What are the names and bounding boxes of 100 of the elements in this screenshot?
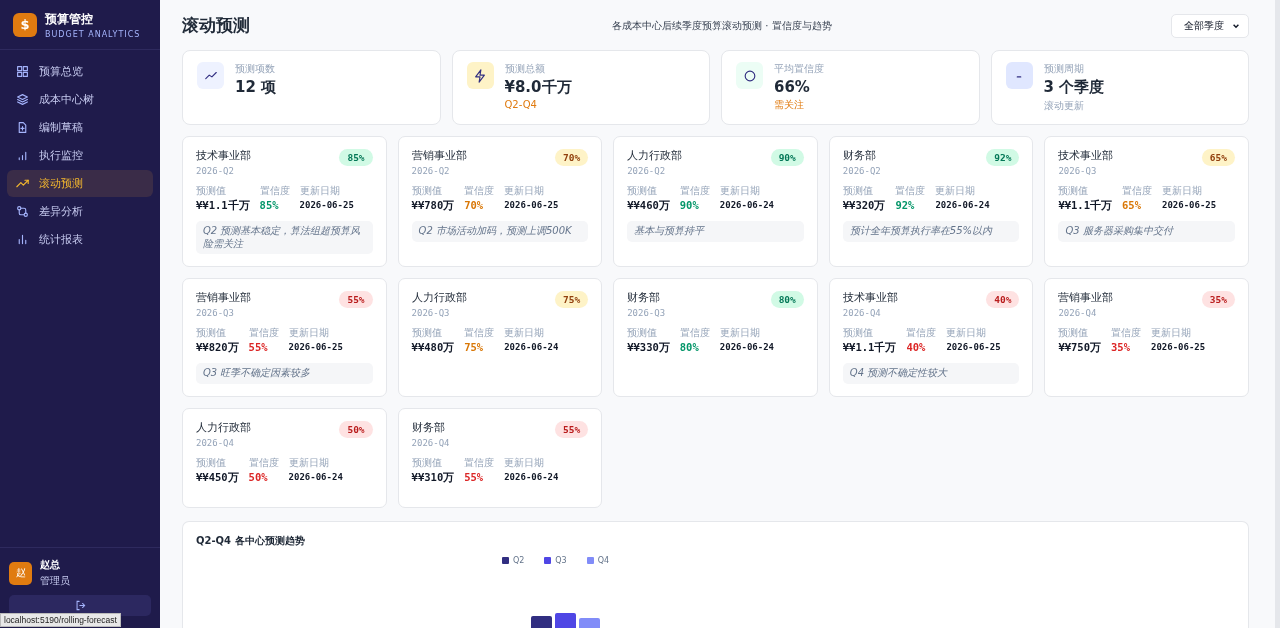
updated-date: 2026-06-24	[935, 200, 990, 210]
field-label: 预测值	[411, 326, 443, 340]
confidence-badge: 55%	[339, 291, 373, 308]
forecast-value: ¥¥450万	[196, 470, 239, 485]
nav-item[interactable]: 执行监控	[7, 142, 153, 169]
field-label: 预测值	[1058, 184, 1090, 198]
field-label: 更新日期	[504, 455, 546, 470]
logout-icon	[74, 600, 86, 611]
nav-item[interactable]: 滚动预测	[7, 170, 153, 197]
forecast-note: 预计全年预算执行率在55%以内	[842, 221, 1020, 242]
updated-date: 2026-06-25	[1162, 200, 1217, 210]
app-title: 预算管控	[45, 10, 94, 28]
user-name: 赵总	[40, 558, 61, 572]
forecast-note: Q2 市场活动加码，预测上调500K	[411, 221, 589, 242]
field-label: 置信度	[906, 326, 937, 340]
forecast-value: ¥¥460万	[627, 199, 670, 213]
confidence-value: 75%	[464, 341, 485, 353]
cost-center-name: 技术事业部	[1058, 149, 1114, 163]
updated-date: 2026-06-24	[288, 471, 343, 482]
quarter-select[interactable]: 全部季度	[1171, 13, 1249, 38]
period-label: 2026-Q2	[627, 166, 667, 176]
updated-date: 2026-06-24	[504, 342, 559, 352]
nav-item[interactable]: 编制草稿	[7, 114, 153, 141]
forecast-note: 基本与预算持平	[627, 221, 804, 242]
confidence-badge: 92%	[986, 149, 1020, 166]
stat-value: 3 个季度	[1043, 78, 1105, 97]
confidence-badge: 65%	[1201, 149, 1235, 166]
field-label: 更新日期	[946, 326, 988, 340]
field-label: 置信度	[259, 184, 290, 198]
field-label: 更新日期	[504, 184, 546, 198]
field-label: 预测值	[411, 455, 443, 470]
stat-value: ¥8.0千万	[504, 78, 572, 97]
field-label: 置信度	[248, 326, 279, 340]
confidence-value: 65%	[1122, 199, 1142, 211]
forecast-note: Q4 预测不确定性较大	[842, 363, 1020, 384]
stat-label: 预测周期	[1043, 62, 1085, 76]
confidence-value: 92%	[895, 199, 916, 211]
stat-note: 滚动更新	[1043, 99, 1085, 113]
cost-center-name: 营销事业部	[411, 149, 467, 163]
updated-date: 2026-06-25	[504, 200, 559, 210]
field-label: 更新日期	[935, 184, 977, 198]
cost-center-name: 人力行政部	[411, 291, 467, 305]
confidence-badge: 70%	[555, 149, 589, 166]
nav-item[interactable]: 预算总览	[7, 58, 153, 85]
forecast-note: Q2 预测基本稳定，算法组超预算风险需关注	[196, 221, 373, 254]
nav-item[interactable]: 统计报表	[7, 226, 153, 253]
field-label: 预测值	[842, 326, 874, 340]
forecast-value: ¥¥820万	[196, 341, 239, 355]
confidence-value: 85%	[259, 199, 280, 211]
stat-value: 12 项	[235, 78, 277, 97]
confidence-badge: 90%	[770, 149, 804, 166]
field-label: 置信度	[464, 455, 495, 470]
bar-chart-icon	[16, 149, 29, 162]
confidence-value: 90%	[679, 199, 700, 211]
period-label: 2026-Q4	[411, 437, 450, 448]
forecast-value: ¥¥310万	[411, 470, 455, 485]
field-label: 置信度	[464, 326, 495, 340]
period-label: 2026-Q4	[196, 437, 235, 448]
cost-center-name: 人力行政部	[196, 420, 251, 435]
field-label: 置信度	[248, 455, 279, 470]
forecast-value: ¥¥320万	[842, 199, 886, 213]
updated-date: 2026-06-24	[719, 200, 774, 210]
nav-item[interactable]: 差异分析	[7, 198, 153, 225]
confidence-badge: 75%	[555, 291, 589, 308]
field-label: 更新日期	[719, 184, 761, 198]
period-label: 2026-Q2	[196, 166, 235, 176]
confidence-value: 70%	[464, 199, 485, 211]
cost-center-name: 财务部	[627, 291, 662, 305]
stat-icon	[1005, 62, 1033, 89]
grid-icon	[16, 65, 29, 78]
confidence-value: 80%	[679, 341, 700, 353]
field-label: 置信度	[679, 326, 710, 340]
user-role: 管理员	[40, 574, 70, 588]
stat-label: 预测总额	[504, 62, 546, 76]
updated-date: 2026-06-25	[299, 200, 354, 210]
bar-chart-icon	[16, 233, 29, 246]
stat-icon	[197, 62, 224, 89]
confidence-badge: 85%	[339, 149, 373, 166]
document-icon	[16, 121, 29, 134]
field-label: 更新日期	[1151, 326, 1192, 340]
stat-value: 66%	[774, 78, 811, 96]
period-label: 2026-Q2	[411, 166, 451, 176]
forecast-value: ¥¥1.1千万	[1058, 199, 1112, 213]
nav-item[interactable]: 成本中心树	[7, 86, 153, 113]
field-label: 更新日期	[299, 184, 341, 198]
updated-date: 2026-06-24	[719, 342, 774, 352]
forecast-value: ¥¥750万	[1058, 341, 1101, 355]
bar-chart-drawing	[531, 613, 600, 628]
confidence-badge: 35%	[1201, 291, 1235, 308]
field-label: 预测值	[842, 184, 874, 198]
field-label: 预测值	[196, 455, 227, 470]
legend-item: Q3	[544, 555, 567, 565]
field-label: 置信度	[679, 184, 710, 198]
updated-date: 2026-06-25	[946, 342, 1001, 352]
logo-icon: $	[13, 12, 37, 37]
forecast-note: Q3 旺季不确定因素较多	[196, 363, 373, 384]
cost-center-name: 营销事业部	[196, 291, 251, 305]
forecast-note: Q3 服务器采购集中交付	[1058, 221, 1235, 242]
stat-note: 需关注	[774, 98, 805, 112]
updated-date: 2026-06-24	[504, 471, 559, 482]
